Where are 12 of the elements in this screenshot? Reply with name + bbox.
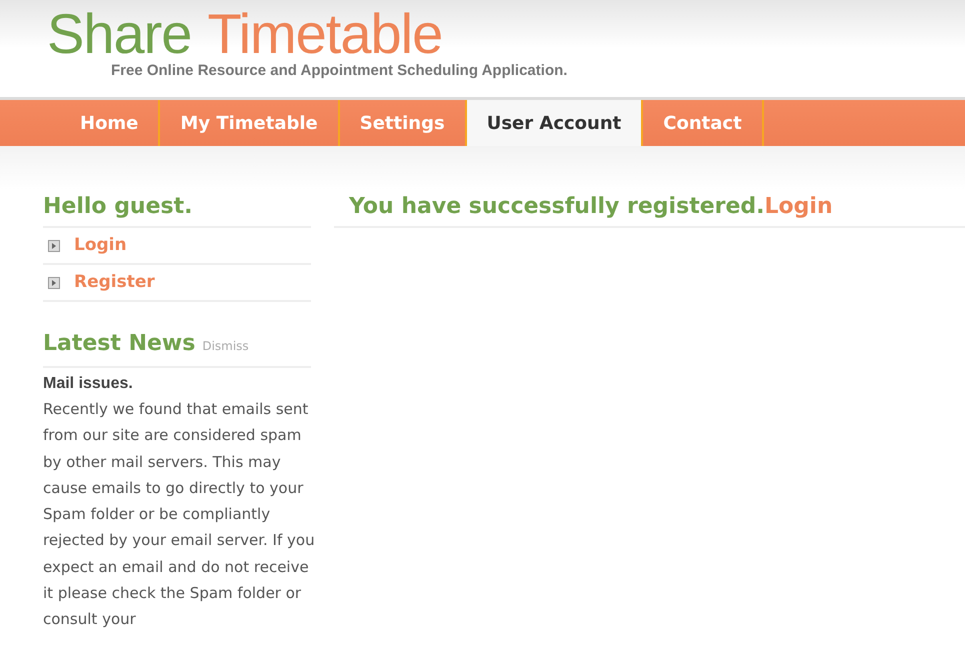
news-body: Recently we found that emails sent from our site are considered spam by other mail servers. This may cause emails to go directly to your Spam folder or be compliantly rejected by your email server. If you expect an email and do not receive it please check the Spam folder or consult your — [43, 399, 315, 630]
news-heading: Latest News — [43, 330, 196, 358]
sidebar-heading: Hello guest. — [43, 190, 311, 228]
news-headline: Mail issues. — [43, 374, 134, 394]
play-icon — [48, 240, 60, 252]
sidebar-link[interactable]: Login — [74, 232, 127, 258]
success-message: You have successfully registered. — [349, 194, 765, 219]
sidebar-link[interactable]: Register — [74, 270, 155, 296]
dismiss-link[interactable]: Dismiss — [202, 337, 249, 355]
nav-tab[interactable]: User Account — [466, 100, 644, 146]
login-link[interactable]: Login — [764, 194, 833, 219]
play-icon — [48, 276, 60, 288]
